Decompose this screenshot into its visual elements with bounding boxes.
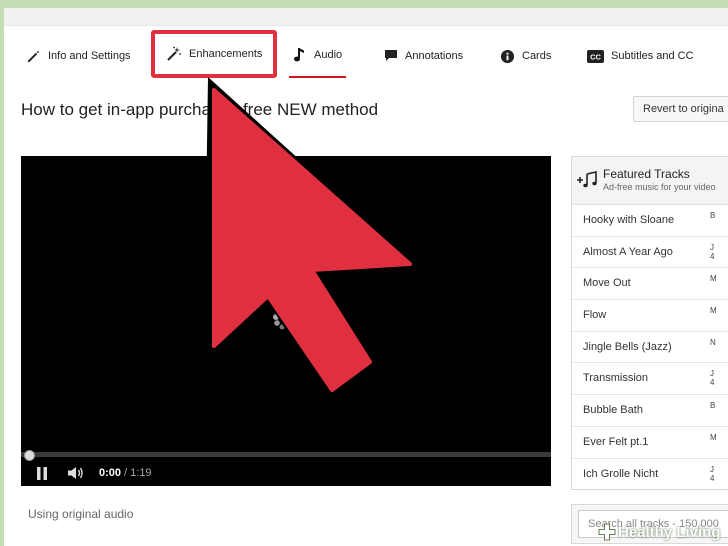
tab-info-and-settings[interactable]: Info and Settings [26, 34, 131, 78]
music-note-icon [294, 48, 304, 62]
volume-button[interactable] [63, 460, 89, 486]
track-row[interactable]: Jingle Bells (Jazz) N [572, 332, 728, 364]
tab-cards[interactable]: Cards [500, 34, 551, 78]
track-name: Jingle Bells (Jazz) [583, 340, 672, 353]
track-row[interactable]: Ich Grolle Nicht J 4 [572, 459, 728, 490]
pencil-icon [27, 50, 40, 62]
track-name: Move Out [583, 277, 631, 290]
track-name: Bubble Bath [583, 404, 643, 417]
audio-status: Using original audio [28, 507, 134, 521]
track-name: Flow [583, 309, 607, 322]
magic-wand-icon [167, 46, 181, 61]
track-row[interactable]: Bubble Bath B [572, 395, 728, 427]
track-meta: M [710, 432, 717, 442]
current-time: 0:00 [99, 467, 122, 479]
track-list: Hooky with Sloane B Almost A Year Ago J 4 Mo… [572, 205, 728, 490]
track-name: Ever Felt pt.1 [583, 435, 649, 448]
track-name: Ich Grolle Nicht [583, 467, 659, 480]
track-row[interactable]: Ever Felt pt.1 M [572, 427, 728, 459]
tab-label: Audio [314, 49, 343, 61]
track-meta: J 4 [710, 242, 715, 261]
track-meta: J 4 [710, 464, 715, 483]
top-band [4, 8, 728, 26]
featured-tracks-panel: Featured Tracks Ad-free music for your v… [571, 156, 728, 490]
track-row[interactable]: Transmission J 4 [572, 363, 728, 396]
tab-label: Cards [522, 50, 552, 62]
tab-audio[interactable]: Audio [289, 34, 347, 78]
featured-tracks-header: Featured Tracks Ad-free music for your v… [572, 157, 728, 205]
revert-button[interactable]: Revert to origina [633, 96, 728, 122]
pause-icon [37, 466, 47, 480]
track-row[interactable]: Move Out M [572, 268, 728, 301]
track-name: Almost A Year Ago [583, 245, 673, 258]
brand-logo: Healthy Living [598, 521, 721, 543]
pause-button[interactable] [21, 460, 63, 486]
speech-bubble-icon [385, 50, 397, 61]
featured-tracks-subtitle: Ad-free music for your video [603, 182, 716, 192]
tab-label: Subtitles and CC [611, 50, 694, 62]
track-meta: N [710, 337, 716, 347]
svg-text:CC: CC [590, 52, 601, 61]
featured-tracks-title: Featured Tracks [603, 167, 690, 181]
tab-subtitles-and-cc[interactable]: CC Subtitles and CC [587, 34, 694, 78]
plus-icon [598, 523, 616, 541]
tab-label: Enhancements [189, 48, 263, 60]
track-meta: B [710, 211, 716, 220]
tab-annotations[interactable]: Annotations [384, 34, 463, 78]
tab-label: Annotations [405, 50, 464, 62]
cc-icon: CC [587, 49, 604, 63]
add-music-icon [577, 171, 597, 188]
brand-name: Healthy Living [618, 523, 721, 541]
track-row[interactable]: Flow M [572, 300, 728, 332]
progress-bar[interactable] [21, 452, 551, 457]
tab-bar: Info and Settings Enhancements Audio Ann… [4, 30, 728, 78]
track-meta: B [710, 401, 716, 411]
track-row[interactable]: Hooky with Sloane B [572, 205, 728, 237]
editor-window: Info and Settings Enhancements Audio Ann… [4, 8, 728, 546]
video-player[interactable]: 0:00 / 1:19 [21, 156, 551, 486]
loading-spinner-icon [273, 308, 291, 331]
player-controls: 0:00 / 1:19 [21, 460, 551, 486]
track-name: Transmission [583, 372, 648, 385]
tab-label: Info and Settings [48, 50, 131, 62]
tab-enhancements[interactable]: Enhancements [151, 30, 278, 78]
duration: / 1:19 [124, 467, 152, 479]
track-meta: M [710, 306, 717, 316]
page-title: How to get in-app purcha free NEW method [21, 100, 379, 119]
volume-icon [68, 467, 83, 479]
track-name: Hooky with Sloane [583, 214, 675, 226]
info-icon [500, 49, 515, 63]
track-row[interactable]: Almost A Year Ago J 4 [572, 237, 728, 269]
track-meta: J 4 [710, 369, 715, 388]
track-meta: M [710, 274, 717, 284]
